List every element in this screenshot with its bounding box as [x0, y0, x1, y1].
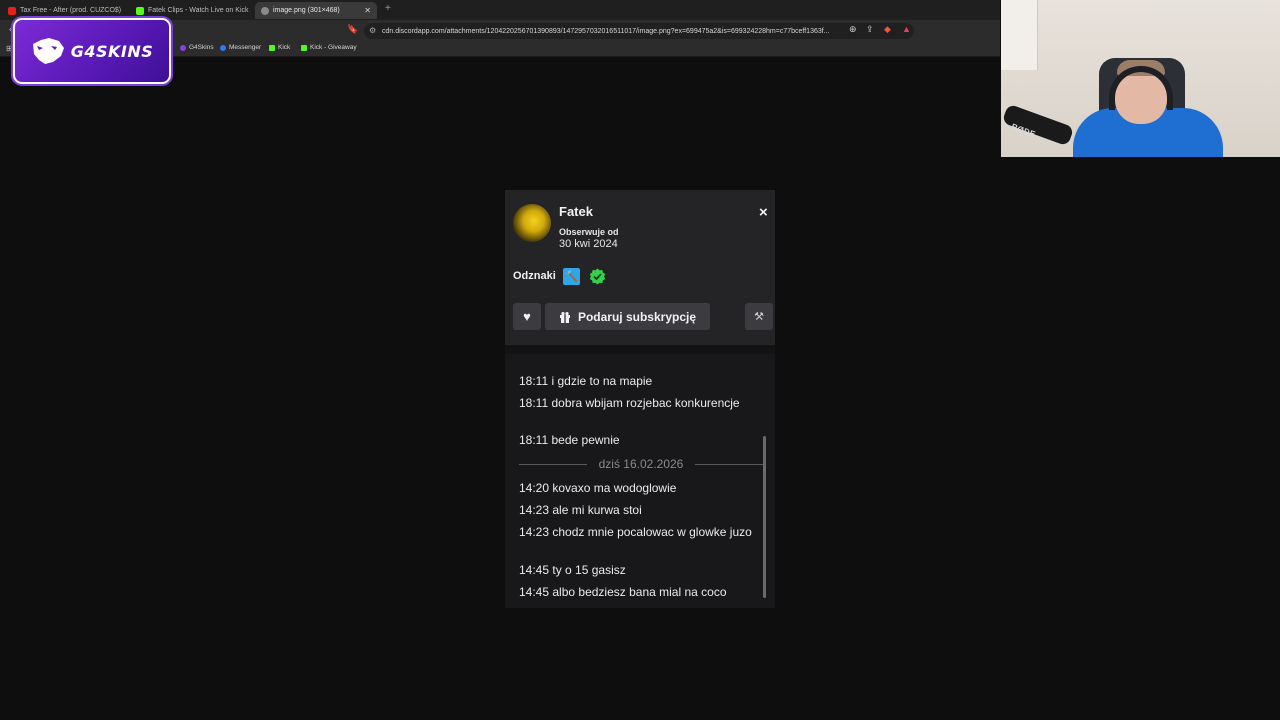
- tab-label: Fatek Clips - Watch Live on Kick: [148, 7, 249, 14]
- message-text: bede pewnie: [551, 433, 620, 447]
- kick-icon: [136, 6, 144, 15]
- message-text: albo bedziesz bana mial na coco: [552, 585, 727, 599]
- tab-close-icon[interactable]: ✕: [364, 6, 371, 15]
- chat-message: 18:11 bede pewnie: [519, 433, 759, 448]
- webcam-feed: RØDE: [1001, 0, 1280, 157]
- close-icon[interactable]: ×: [759, 204, 768, 221]
- message-text: dobra wbijam rozjebac konkurencje: [551, 396, 740, 410]
- browser-tab-bar: Tax Free - After (prod. CUZCO$) Fatek Cl…: [0, 0, 1000, 20]
- user-card-header: Fatek Obserwuje od 30 kwi 2024 × Odznaki…: [505, 190, 775, 345]
- chat-message: 14:23 chodz mnie pocalowac w glowke juzo: [519, 525, 759, 540]
- chat-message: 14:20 kovaxo ma wodoglowie: [519, 481, 759, 496]
- address-bar[interactable]: ⚙ cdn.discordapp.com/attachments/1204220…: [364, 23, 914, 39]
- g4skins-logo: G4SKINS: [13, 18, 171, 84]
- url-text: cdn.discordapp.com/attachments/120422025…: [382, 27, 830, 35]
- message-time: 18:11: [519, 433, 549, 447]
- message-text: ty o 15 gasisz: [552, 563, 626, 577]
- kick-icon: [269, 44, 275, 51]
- bookmark-label: G4Skins: [189, 44, 214, 51]
- gift-button-label: Podaruj subskrypcję: [577, 309, 697, 324]
- message-time: 14:23: [519, 503, 550, 517]
- bookmark-icon[interactable]: 🔖: [347, 24, 358, 35]
- chat-history: 18:11 i gdzie to na mapie 18:11 dobra wb…: [505, 354, 775, 608]
- verified-badge-icon: [589, 268, 606, 285]
- tab-music[interactable]: Tax Free - After (prod. CUZCO$): [2, 2, 127, 19]
- apps-grid-icon[interactable]: ⊞: [6, 44, 13, 53]
- badges-label: Odznaki: [513, 270, 556, 282]
- tab-image[interactable]: image.png (301×468) ✕: [255, 2, 377, 19]
- bookmark-g4skins[interactable]: G4Skins: [180, 44, 214, 51]
- message-time: 18:11: [519, 374, 549, 388]
- gift-icon: [559, 311, 570, 323]
- globe-icon: [261, 6, 269, 15]
- tab-kick-clips[interactable]: Fatek Clips - Watch Live on Kick: [130, 2, 255, 19]
- heart-icon: ♥: [523, 309, 531, 324]
- message-time: 14:23: [519, 525, 550, 539]
- site-info-icon[interactable]: ⚙: [369, 26, 376, 35]
- moderator-badge-icon: 🔨: [563, 268, 580, 285]
- youtube-icon: [8, 6, 16, 15]
- message-text: i gdzie to na mapie: [551, 374, 653, 388]
- follow-since-date: 30 kwi 2024: [559, 238, 618, 250]
- logo-text: G4SKINS: [70, 41, 154, 61]
- chat-message: 14:23 ale mi kurwa stoi: [519, 503, 759, 518]
- bookmark-messenger[interactable]: Messenger: [220, 44, 261, 51]
- chat-message: 18:11 i gdzie to na mapie: [519, 374, 759, 389]
- bookmark-kick-giveaway[interactable]: Kick - Giveaway: [301, 44, 357, 51]
- avatar: [513, 204, 551, 242]
- hammer-icon: ⚒: [754, 311, 764, 323]
- bookmark-label: Kick: [278, 44, 291, 51]
- brave-shield-icon[interactable]: ◆: [884, 24, 891, 35]
- share-icon[interactable]: ⇪: [866, 24, 874, 35]
- zoom-icon[interactable]: ⊕: [849, 24, 857, 35]
- new-tab-button[interactable]: +: [385, 3, 391, 14]
- username[interactable]: Fatek: [559, 204, 593, 219]
- chat-message: 18:11 dobra wbijam rozjebac konkurencje: [519, 396, 759, 411]
- follow-heart-button[interactable]: ♥: [513, 303, 541, 330]
- bookmark-label: Messenger: [229, 44, 262, 51]
- messenger-icon: [220, 44, 226, 51]
- date-divider: dziś 16.02.2026: [519, 457, 763, 471]
- mod-action-button[interactable]: ⚒: [745, 303, 773, 330]
- message-text: ale mi kurwa stoi: [552, 503, 642, 517]
- message-text: chodz mnie pocalowac w glowke juzo: [552, 525, 752, 539]
- background-shelf: [1001, 0, 1038, 70]
- rewards-icon[interactable]: ▲: [902, 24, 911, 34]
- message-text: kovaxo ma wodoglowie: [552, 481, 677, 495]
- back-arrow-icon[interactable]: ‹: [9, 24, 12, 35]
- message-time: 18:11: [519, 396, 549, 410]
- divider-label: dziś 16.02.2026: [598, 457, 684, 471]
- kick-icon: [301, 44, 307, 51]
- chat-scrollbar[interactable]: [763, 436, 766, 598]
- message-time: 14:45: [519, 563, 550, 577]
- bookmark-label: Kick - Giveaway: [310, 44, 357, 51]
- message-time: 14:45: [519, 585, 550, 599]
- bookmark-kick[interactable]: Kick: [269, 44, 290, 51]
- lion-head-icon: [32, 38, 64, 64]
- tab-label: Tax Free - After (prod. CUZCO$): [20, 7, 122, 14]
- chat-message: 14:45 ty o 15 gasisz: [519, 563, 759, 578]
- message-time: 14:20: [519, 481, 550, 495]
- chat-message: 14:45 albo bedziesz bana mial na coco: [519, 585, 769, 600]
- tab-label: image.png (301×468): [273, 7, 340, 14]
- user-card: Fatek Obserwuje od 30 kwi 2024 × Odznaki…: [505, 190, 775, 608]
- g4skins-icon: [180, 44, 186, 51]
- follow-since-label: Obserwuje od: [559, 227, 619, 237]
- gift-subscription-button[interactable]: Podaruj subskrypcję: [545, 303, 710, 330]
